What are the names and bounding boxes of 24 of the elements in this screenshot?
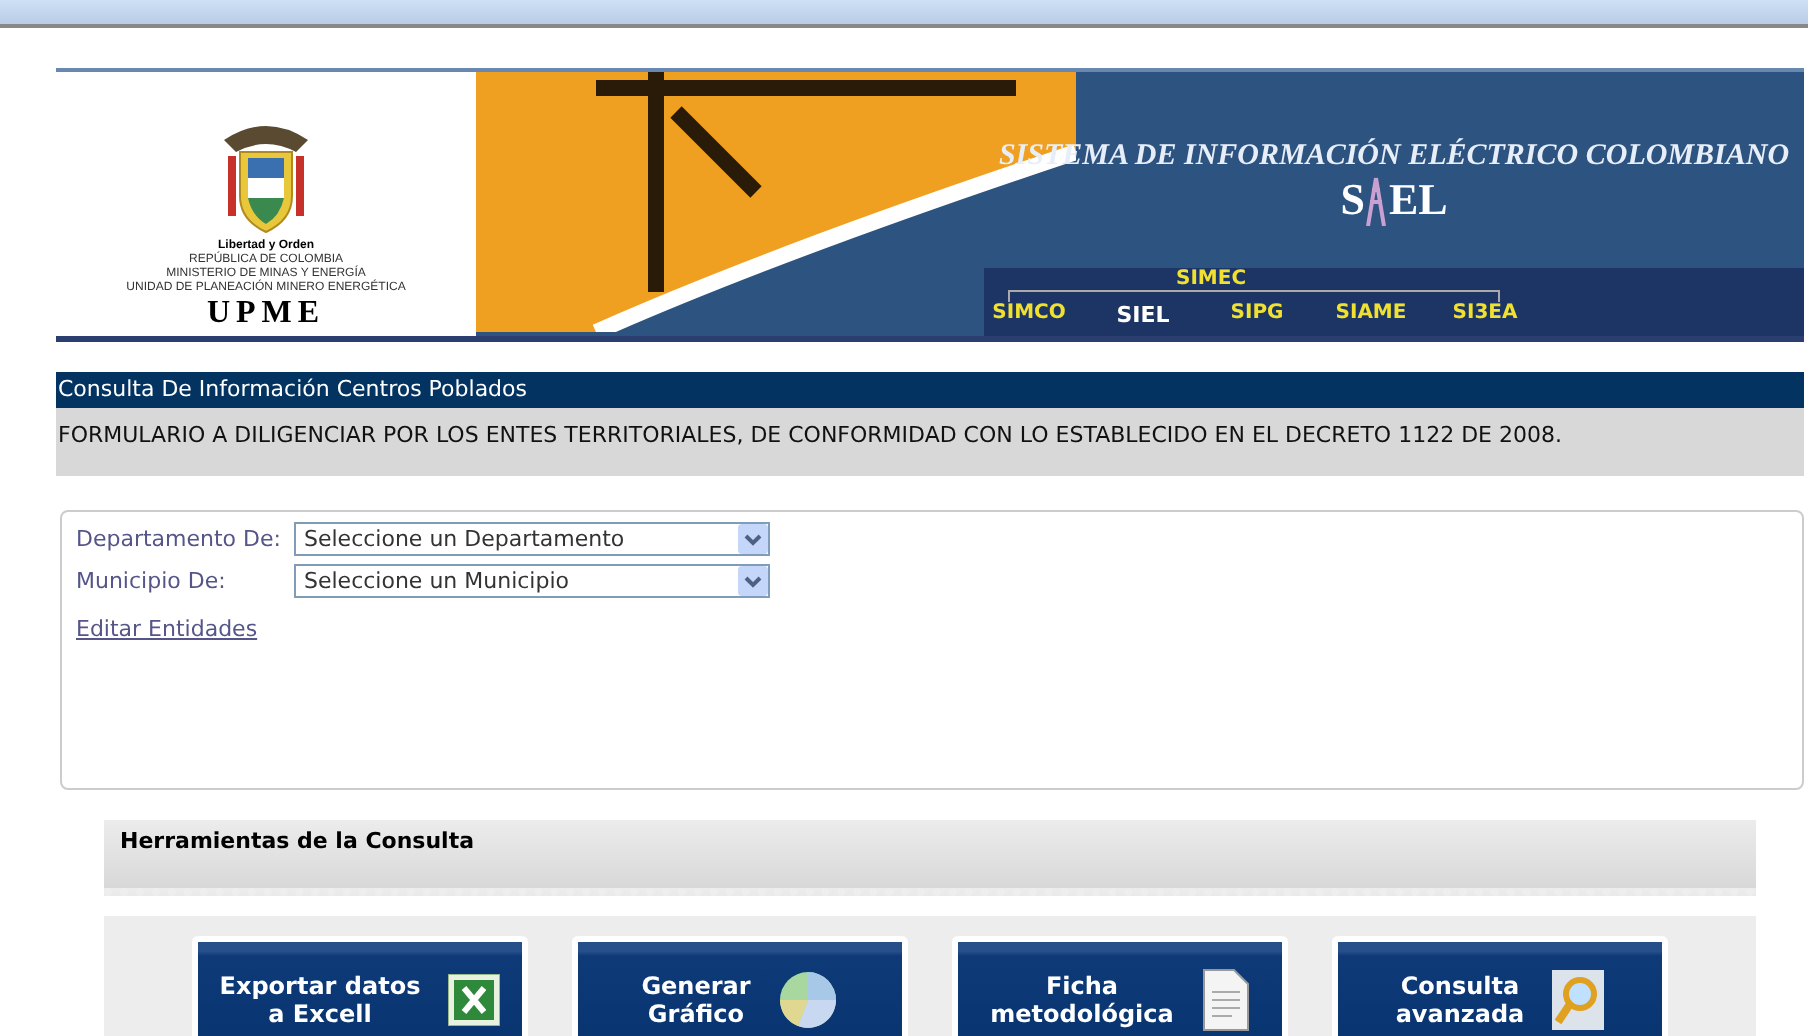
- group-label: SIMEC: [1176, 268, 1247, 290]
- tool-button[interactable]: Consulta avanzada: [1332, 936, 1668, 1036]
- dropdown-field[interactable]: Seleccione un Departamento: [294, 522, 770, 556]
- edit-entities-link[interactable]: Editar Entidades: [76, 616, 258, 642]
- system-nav-link[interactable]: SIMCO: [972, 302, 1086, 328]
- system-nav-link[interactable]: SIPG: [1200, 302, 1314, 328]
- tool-button[interactable]: Exportar datos a Excell: [192, 936, 528, 1036]
- tool-button[interactable]: Ficha metodológica: [952, 936, 1288, 1036]
- spreadsheet-icon: [448, 974, 501, 1026]
- tool-button[interactable]: Generar Gráfico: [572, 936, 908, 1036]
- field-label: Municipio De:: [76, 568, 228, 594]
- system-nav-link[interactable]: SIEL: [1086, 302, 1200, 328]
- page-title-bar: Consulta De Información Centros Poblados: [56, 372, 1804, 408]
- field-label: Departamento De:: [76, 526, 283, 552]
- system-nav-link[interactable]: SIAME: [1314, 302, 1428, 328]
- tools-title: Herramientas de la Consulta: [118, 826, 476, 858]
- pie-chart-icon: [778, 970, 839, 1030]
- document-icon: [1201, 968, 1250, 1032]
- organization-name: UPME: [206, 296, 326, 332]
- dropdown-field[interactable]: Seleccione un Municipio: [294, 564, 770, 598]
- notice-bar: FORMULARIO A DILIGENCIAR POR LOS ENTES TERRITORIALES, DE CONFORMIDAD CON LO ESTABLECIDO EN EL DECRETO 1122 DE 2008.: [56, 408, 1804, 476]
- system-nav-link[interactable]: SI3EA: [1428, 302, 1542, 328]
- siel-logo: S EL: [1340, 174, 1448, 226]
- search-icon: [1552, 970, 1605, 1030]
